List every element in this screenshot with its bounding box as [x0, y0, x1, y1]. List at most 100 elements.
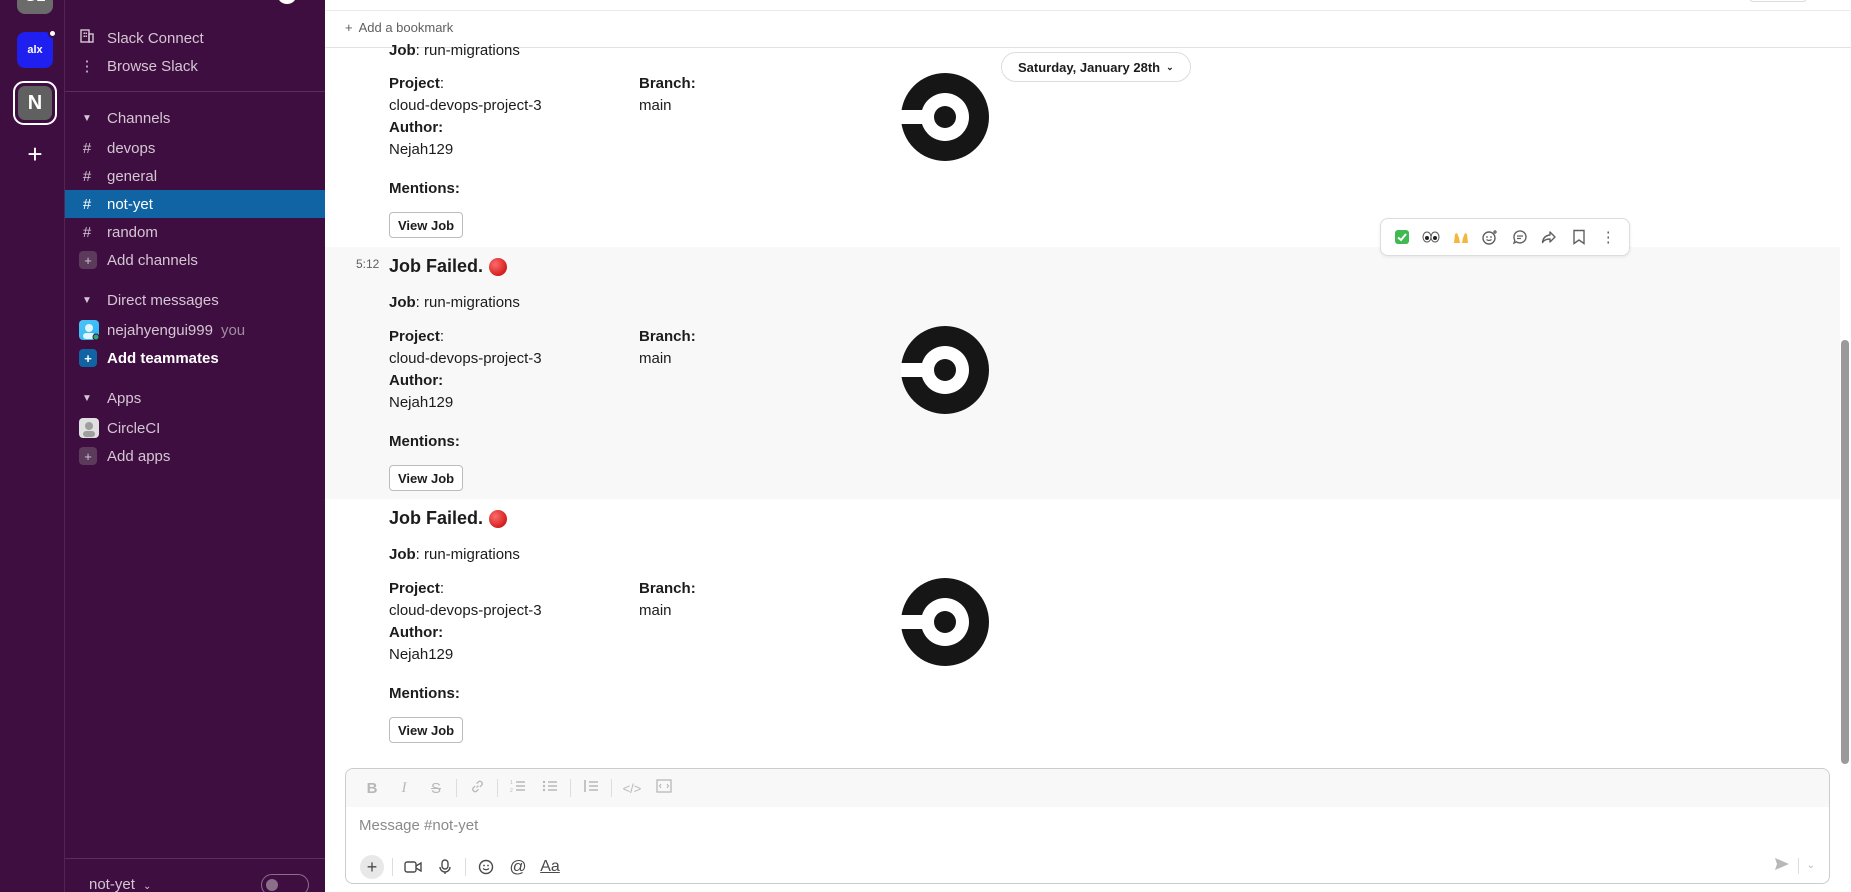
- channel-label: devops: [107, 139, 156, 157]
- scrollbar-thumb[interactable]: [1841, 340, 1849, 764]
- raised-hands-emoji-icon[interactable]: [1448, 224, 1474, 250]
- sidebar-item-browse-slack[interactable]: ⋮ Browse Slack: [65, 52, 325, 80]
- hash-icon: #: [82, 139, 92, 157]
- add-teammates-button[interactable]: + Add teammates: [65, 344, 325, 372]
- workspace-alx[interactable]: alx: [17, 29, 57, 68]
- huddle-toggle[interactable]: [261, 874, 309, 892]
- sidebar-divider: [65, 91, 325, 92]
- add-channels-button[interactable]: + Add channels: [65, 246, 325, 274]
- plus-icon: +: [79, 349, 97, 367]
- building-icon: [79, 29, 95, 47]
- sidebar-item-label: Browse Slack: [107, 57, 198, 75]
- add-bookmark-button[interactable]: + Add a bookmark: [345, 20, 453, 35]
- project-label: Project:: [389, 580, 445, 597]
- channel-label: random: [107, 223, 158, 241]
- project-value: cloud-devops-project-3: [389, 97, 542, 114]
- sidebar-item-slack-connect[interactable]: Slack Connect: [65, 24, 325, 52]
- sidebar-item-general[interactable]: # general: [65, 162, 325, 190]
- caret-down-icon: ▼: [82, 294, 92, 306]
- svg-text:1: 1: [510, 780, 513, 786]
- video-clip-icon[interactable]: [397, 853, 429, 881]
- sidebar-item-dm-self[interactable]: nejahyengui999 you: [65, 316, 325, 344]
- toolbar-separator: [1797, 857, 1799, 874]
- strikethrough-icon[interactable]: S: [420, 780, 452, 797]
- sidebar-item-circleci[interactable]: CircleCI: [65, 414, 325, 442]
- attach-plus-icon[interactable]: +: [360, 855, 384, 879]
- author-label: Author:: [389, 624, 444, 641]
- branch-label: Branch:: [639, 328, 696, 345]
- reply-thread-icon[interactable]: [1507, 224, 1533, 250]
- workspace-gl[interactable]: GL: [17, 0, 53, 14]
- date-divider-label: Saturday, January 28th: [1018, 59, 1161, 75]
- view-job-button[interactable]: View Job: [389, 717, 464, 743]
- link-icon[interactable]: [461, 779, 493, 798]
- bold-icon[interactable]: B: [356, 780, 388, 797]
- project-value: cloud-devops-project-3: [389, 350, 542, 367]
- footer-channel-switcher[interactable]: not-yet ⌄: [89, 876, 151, 892]
- formatting-toolbar: B I S 12 </>: [346, 769, 1829, 807]
- date-divider[interactable]: Saturday, January 28th ⌄: [1001, 52, 1191, 82]
- header-button-partial[interactable]: [1749, 0, 1807, 2]
- profile-avatar-partial[interactable]: [277, 0, 297, 4]
- view-job-button[interactable]: View Job: [389, 212, 464, 238]
- message-block[interactable]: 5:12 Job Failed. Job: run-migrations Pro…: [325, 247, 1840, 499]
- bookmark-icon[interactable]: [1566, 224, 1592, 250]
- sidebar-item-devops[interactable]: # devops: [65, 134, 325, 162]
- add-reaction-icon[interactable]: [1477, 224, 1503, 250]
- message-actions-toolbar: ⋮: [1380, 218, 1630, 256]
- text-format-icon[interactable]: Aa: [534, 853, 566, 881]
- hash-icon: #: [82, 195, 92, 213]
- send-icon[interactable]: [1774, 857, 1790, 874]
- bulleted-list-icon[interactable]: [534, 779, 566, 797]
- italic-icon[interactable]: I: [388, 780, 420, 797]
- more-actions-icon[interactable]: ⋮: [1595, 224, 1621, 250]
- message-block: Job Failed. Job: run-migrations Project:…: [325, 499, 1840, 759]
- author-label: Author:: [389, 119, 444, 136]
- schedule-send-chevron-icon[interactable]: ⌄: [1807, 860, 1815, 871]
- workspace-alx-label: alx: [27, 44, 43, 56]
- project-label: Project:: [389, 75, 445, 92]
- job-line: Job: run-migrations: [389, 42, 520, 59]
- you-label: you: [220, 321, 246, 339]
- eyes-emoji-icon[interactable]: [1418, 224, 1444, 250]
- check-mark-emoji-icon[interactable]: [1389, 224, 1415, 250]
- message-input[interactable]: Message #not-yet: [359, 817, 478, 834]
- view-job-button[interactable]: View Job: [389, 465, 464, 491]
- workspace-current[interactable]: N: [13, 81, 57, 125]
- author-value: Nejah129: [389, 141, 454, 158]
- branch-label: Branch:: [639, 75, 696, 92]
- toolbar-separator: [570, 779, 571, 797]
- message-timestamp[interactable]: 5:12: [356, 257, 379, 271]
- red-circle-emoji-icon: [489, 257, 508, 276]
- apps-header-label: Apps: [107, 389, 142, 407]
- ordered-list-icon[interactable]: 12: [502, 779, 534, 797]
- job-line: Job: run-migrations: [389, 546, 520, 563]
- emoji-icon[interactable]: [470, 853, 502, 881]
- caret-down-icon: ▼: [82, 112, 92, 124]
- microphone-icon[interactable]: [429, 853, 461, 881]
- sidebar: Slack Connect ⋮ Browse Slack ▼ Channels …: [65, 0, 325, 892]
- code-block-icon[interactable]: [648, 779, 680, 797]
- apps-section-header[interactable]: ▼ Apps: [65, 384, 325, 412]
- blockquote-icon[interactable]: [575, 779, 607, 797]
- circleci-app-avatar: [79, 418, 99, 438]
- channels-section-header[interactable]: ▼ Channels: [65, 104, 325, 132]
- message-composer: B I S 12 </> Message #not-yet + @ Aa ⌄: [345, 768, 1830, 884]
- share-icon[interactable]: [1536, 224, 1562, 250]
- dm-section-header[interactable]: ▼ Direct messages: [65, 286, 325, 314]
- sidebar-item-not-yet[interactable]: # not-yet: [65, 190, 325, 218]
- channel-view: + Add a bookmark Job: run-migrations Proj…: [325, 0, 1851, 892]
- add-teammates-label: Add teammates: [107, 349, 219, 367]
- sidebar-item-random[interactable]: # random: [65, 218, 325, 246]
- toolbar-separator: [611, 779, 612, 797]
- code-icon[interactable]: </>: [616, 781, 648, 796]
- add-workspace-icon[interactable]: +: [21, 140, 49, 168]
- circleci-logo-icon: [901, 578, 989, 666]
- chevron-down-icon: ⌄: [143, 881, 152, 892]
- hash-icon: #: [82, 167, 92, 185]
- app-label: CircleCI: [107, 419, 161, 437]
- mention-icon[interactable]: @: [502, 853, 534, 881]
- add-apps-button[interactable]: + Add apps: [65, 442, 325, 470]
- mentions-label: Mentions:: [389, 433, 460, 450]
- author-label: Author:: [389, 372, 444, 389]
